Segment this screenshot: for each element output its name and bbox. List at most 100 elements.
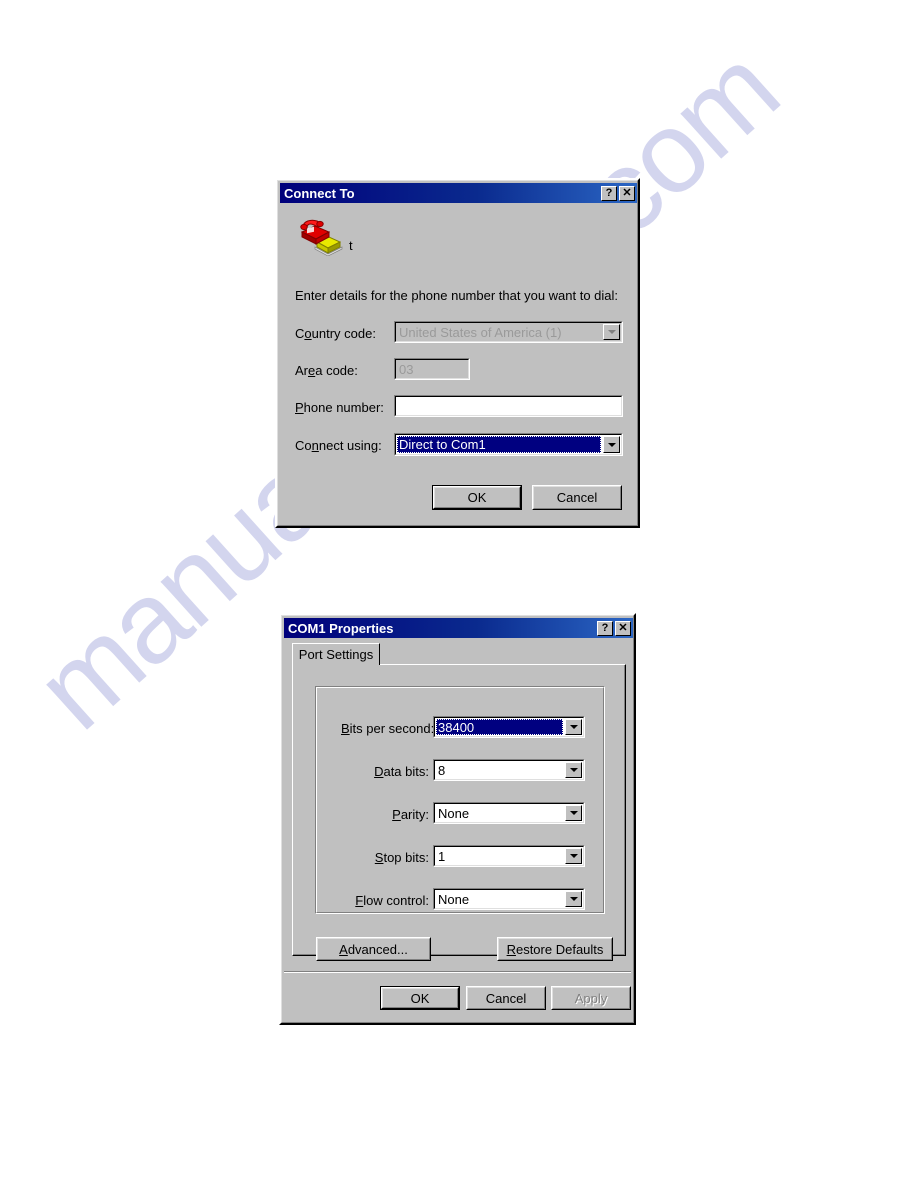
field-bevel bbox=[434, 846, 584, 866]
label-part: nect using: bbox=[318, 438, 382, 453]
connection-name-label: t bbox=[349, 238, 353, 253]
bits-per-second-dropdown-arrow[interactable] bbox=[565, 719, 582, 735]
cancel-button-label: Cancel bbox=[556, 490, 598, 505]
chevron-down-icon bbox=[569, 768, 578, 772]
label-accel: n bbox=[311, 438, 319, 453]
advanced-button[interactable]: Advanced... bbox=[316, 937, 431, 961]
label-accel: B bbox=[341, 721, 350, 736]
footer-separator bbox=[284, 971, 631, 973]
stop-bits-combobox[interactable]: 1 bbox=[433, 845, 585, 867]
area-code-value: 03 bbox=[399, 361, 414, 377]
titlebar[interactable]: Connect To ? ✕ bbox=[280, 183, 637, 203]
label-part: estore Defaults bbox=[515, 941, 604, 957]
cancel-button[interactable]: Cancel bbox=[532, 485, 622, 510]
bits-per-second-combobox[interactable]: 38400 bbox=[433, 716, 585, 738]
area-code-input[interactable]: 03 bbox=[394, 358, 470, 380]
country-code-label: Country code: bbox=[295, 326, 376, 341]
stop-bits-label: Stop bits: bbox=[341, 850, 429, 865]
connect-to-dialog: Connect To ? ✕ t Enter details for the p… bbox=[275, 178, 640, 528]
telephone-modem-icon bbox=[299, 218, 343, 257]
label-part: low control: bbox=[363, 893, 429, 908]
label-accel: P bbox=[392, 807, 401, 822]
window-title: Connect To bbox=[284, 185, 355, 201]
chevron-down-icon bbox=[569, 725, 578, 729]
country-code-value: United States of America (1) bbox=[399, 324, 562, 340]
titlebar[interactable]: COM1 Properties ? ✕ bbox=[284, 618, 633, 638]
country-code-dropdown-arrow[interactable] bbox=[603, 324, 620, 340]
flow-control-label: Flow control: bbox=[336, 893, 429, 908]
ok-button[interactable]: OK bbox=[432, 485, 522, 510]
help-icon: ? bbox=[601, 621, 609, 634]
help-button[interactable]: ? bbox=[601, 185, 617, 201]
ok-button-label: OK bbox=[467, 490, 487, 505]
instruction-text: Enter details for the phone number that … bbox=[295, 288, 619, 303]
label-part: Ar bbox=[295, 363, 308, 378]
data-bits-dropdown-arrow[interactable] bbox=[565, 762, 582, 778]
connect-using-selection: Direct to Com1 bbox=[397, 436, 601, 453]
phone-number-input[interactable] bbox=[394, 395, 623, 417]
label-accel: A bbox=[339, 941, 348, 957]
chevron-down-icon bbox=[607, 442, 616, 447]
data-bits-value: 8 bbox=[438, 762, 446, 778]
window-title: COM1 Properties bbox=[288, 620, 394, 636]
field-bevel bbox=[395, 396, 622, 416]
restore-defaults-button[interactable]: Restore Defaults bbox=[497, 937, 613, 961]
close-icon: ✕ bbox=[622, 186, 632, 199]
label-part: untry code: bbox=[311, 326, 376, 341]
stop-bits-dropdown-arrow[interactable] bbox=[565, 848, 582, 864]
bits-per-second-value: 38400 bbox=[438, 719, 475, 735]
chevron-down-icon bbox=[569, 811, 578, 815]
close-button[interactable]: ✕ bbox=[615, 620, 631, 636]
restore-defaults-button-label: Restore Defaults bbox=[507, 942, 604, 957]
tab-port-settings-label: Port Settings bbox=[298, 647, 374, 662]
ok-button[interactable]: OK bbox=[380, 986, 460, 1010]
label-part: Co bbox=[295, 438, 312, 453]
area-code-label: Area code: bbox=[295, 363, 358, 378]
parity-combobox[interactable]: None bbox=[433, 802, 585, 824]
label-accel: o bbox=[304, 326, 312, 341]
connect-using-dropdown-arrow[interactable] bbox=[603, 436, 620, 453]
com1-properties-dialog: COM1 Properties ? ✕ Port Settings Bits p… bbox=[279, 613, 636, 1025]
connect-using-combobox[interactable]: Direct to Com1 bbox=[394, 433, 623, 456]
label-part: dvanced... bbox=[347, 941, 408, 957]
chevron-down-icon bbox=[569, 854, 578, 858]
chevron-down-icon bbox=[569, 897, 578, 901]
phone-number-label: Phone number: bbox=[295, 400, 384, 415]
label-part: C bbox=[295, 326, 305, 341]
country-code-combobox[interactable]: United States of America (1) bbox=[394, 321, 623, 343]
tab-port-settings[interactable]: Port Settings bbox=[292, 643, 380, 665]
label-accel: P bbox=[295, 400, 304, 415]
connect-using-value: Direct to Com1 bbox=[399, 437, 486, 452]
advanced-button-label: Advanced... bbox=[339, 942, 408, 957]
label-part: top bits: bbox=[383, 850, 429, 865]
label-part: a code: bbox=[315, 363, 358, 378]
flow-control-value: None bbox=[438, 891, 470, 907]
label-part: arity: bbox=[400, 807, 429, 822]
bits-per-second-selection: 38400 bbox=[436, 719, 563, 735]
field-bevel bbox=[434, 760, 584, 780]
close-icon: ✕ bbox=[618, 621, 628, 634]
flow-control-dropdown-arrow[interactable] bbox=[565, 891, 582, 907]
close-button[interactable]: ✕ bbox=[619, 185, 635, 201]
help-icon: ? bbox=[605, 186, 613, 199]
bits-per-second-label: Bits per second: bbox=[341, 721, 434, 736]
cancel-button[interactable]: Cancel bbox=[466, 986, 546, 1010]
parity-value: None bbox=[438, 805, 470, 821]
help-button[interactable]: ? bbox=[597, 620, 613, 636]
flow-control-combobox[interactable]: None bbox=[433, 888, 585, 910]
label-part: ata bits: bbox=[383, 764, 429, 779]
apply-button-label: Apply bbox=[574, 990, 608, 1006]
ok-button-label: OK bbox=[410, 990, 430, 1006]
chevron-down-icon bbox=[607, 330, 616, 334]
label-part: hone number: bbox=[303, 400, 384, 415]
label-accel: R bbox=[506, 941, 516, 957]
cancel-button-label: Cancel bbox=[485, 990, 527, 1006]
apply-button: Apply bbox=[551, 986, 631, 1010]
stop-bits-value: 1 bbox=[438, 848, 446, 864]
data-bits-combobox[interactable]: 8 bbox=[433, 759, 585, 781]
parity-dropdown-arrow[interactable] bbox=[565, 805, 582, 821]
telephone-modem-icon-svg bbox=[300, 219, 343, 257]
tab-seam bbox=[293, 664, 379, 666]
connect-using-label: Connect using: bbox=[295, 438, 382, 453]
parity-label: Parity: bbox=[341, 807, 429, 822]
